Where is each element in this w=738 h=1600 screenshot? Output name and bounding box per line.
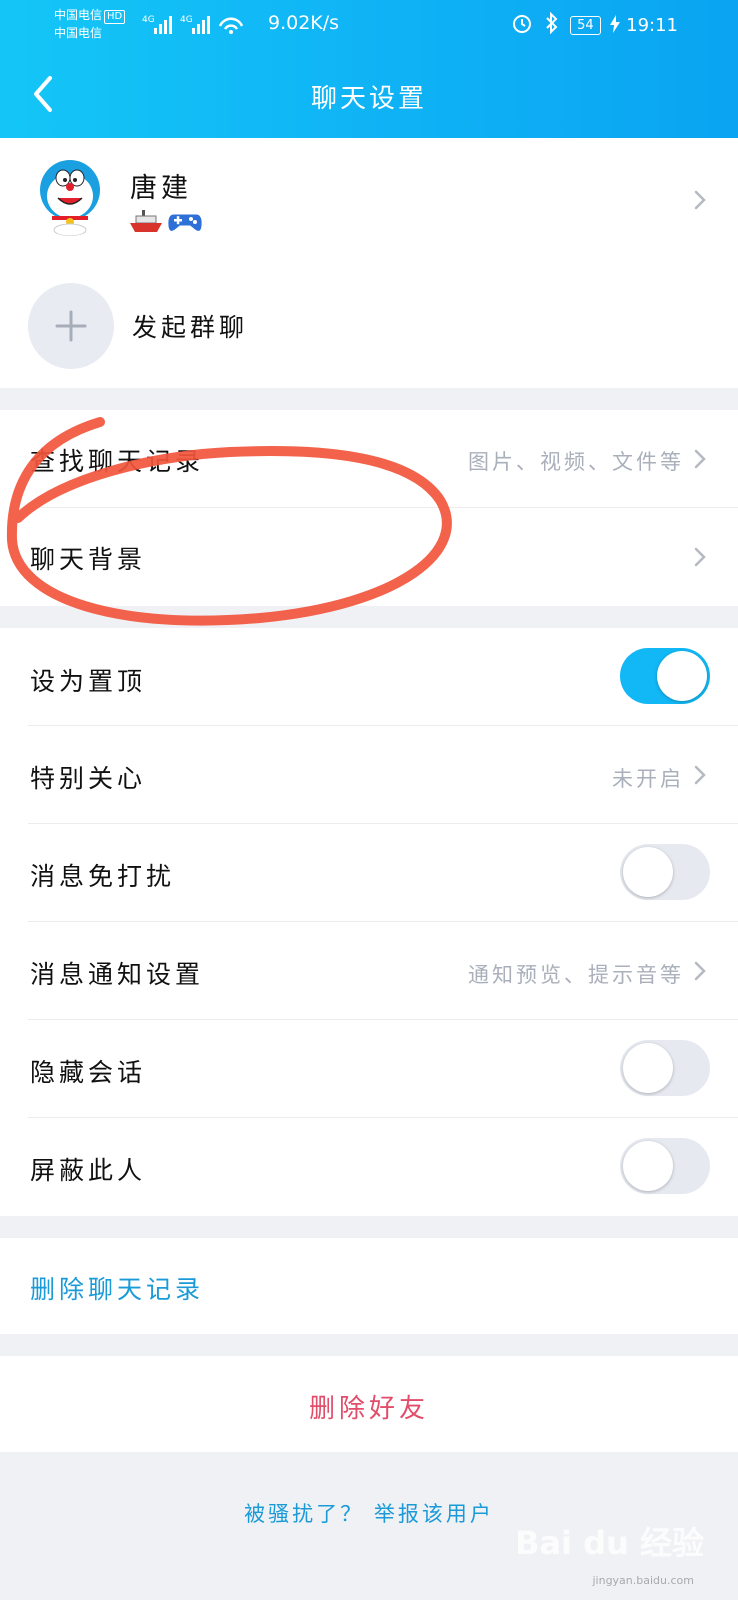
chevron-right-icon [694,961,706,981]
settings-section: 设为置顶 特别关心 未开启 消息免打扰 消息通知设置 通知预览、提示音等 隐藏会… [0,628,738,1216]
chevron-right-icon [694,547,706,567]
add-group-button[interactable] [28,283,114,369]
dnd-row: 消息免打扰 [0,824,738,921]
delete-friend-button[interactable]: 删除好友 [0,1388,738,1425]
header-bar: 中国电信 HD 中国电信 4G 4G 9.02K/s 54 19:11 聊天设置 [0,0,738,138]
chevron-right-icon [694,190,706,210]
notify-settings-row[interactable]: 消息通知设置 通知预览、提示音等 [0,922,738,1019]
bluetooth-icon [546,11,558,35]
carrier-info: 中国电信 HD 中国电信 [54,6,126,42]
network-speed: 9.02K/s [268,12,340,34]
chat-background-label: 聊天背景 [30,545,147,574]
delete-friend-card: 删除好友 [0,1356,738,1452]
search-history-label: 查找聊天记录 [30,447,205,476]
special-care-label: 特别关心 [30,764,147,793]
start-group-chat-label: 发起群聊 [132,313,249,342]
alarm-icon [512,15,531,33]
profile-card: 唐建 发起群聊 [0,138,738,388]
dnd-label: 消息免打扰 [30,862,176,891]
pin-toggle[interactable] [620,648,710,704]
hd-badge: HD [104,10,126,24]
history-section: 查找聊天记录 图片、视频、文件等 聊天背景 [0,410,738,606]
watermark-logo: Bai du 经验 [515,1524,704,1562]
block-label: 屏蔽此人 [30,1156,147,1185]
page-title: 聊天设置 [310,84,427,114]
ship-icon [130,210,162,232]
status-right: 54 19:11 [511,11,678,36]
clear-history-button[interactable]: 删除聊天记录 [30,1270,204,1306]
search-history-row[interactable]: 查找聊天记录 图片、视频、文件等 [0,410,738,507]
pin-label: 设为置顶 [30,667,147,696]
battery-indicator: 54 [570,16,601,35]
chevron-right-icon [694,449,706,469]
doraemon-avatar-icon [40,160,100,236]
chat-background-row[interactable]: 聊天背景 [0,508,738,606]
gamepad-icon [167,213,203,232]
notify-settings-label: 消息通知设置 [30,960,205,989]
start-group-chat-row[interactable]: 发起群聊 [0,258,738,388]
block-toggle[interactable] [620,1138,710,1194]
block-row: 屏蔽此人 [0,1118,738,1216]
svg-text:4G: 4G [142,15,155,25]
hide-session-row: 隐藏会话 [0,1020,738,1117]
carrier-1: 中国电信 [54,8,103,22]
svg-text:4G: 4G [180,15,193,25]
avatar[interactable] [30,156,110,236]
carrier-2: 中国电信 [54,26,103,40]
watermark-url: jingyan.baidu.com [592,1574,694,1587]
clear-history-card: 删除聊天记录 [0,1238,738,1334]
chevron-right-icon [694,765,706,785]
notify-settings-hint: 通知预览、提示音等 [468,963,684,987]
special-care-status: 未开启 [612,767,684,791]
pin-row: 设为置顶 [0,628,738,725]
toggle-knob [623,1043,673,1093]
hide-session-label: 隐藏会话 [30,1058,147,1087]
status-bar: 中国电信 HD 中国电信 4G 4G 9.02K/s 54 19:11 [0,0,738,50]
dnd-toggle[interactable] [620,844,710,900]
profile-row[interactable]: 唐建 [0,138,738,258]
toggle-knob [623,1141,673,1191]
plus-icon [55,310,87,342]
special-care-row[interactable]: 特别关心 未开启 [0,726,738,823]
clock: 19:11 [626,15,678,36]
charging-icon [610,15,621,33]
search-history-hint: 图片、视频、文件等 [468,450,684,474]
toggle-knob [657,651,707,701]
contact-name: 唐建 [130,173,192,204]
toggle-knob [623,847,673,897]
signal-icon: 4G 4G [142,15,244,34]
hide-session-toggle[interactable] [620,1040,710,1096]
